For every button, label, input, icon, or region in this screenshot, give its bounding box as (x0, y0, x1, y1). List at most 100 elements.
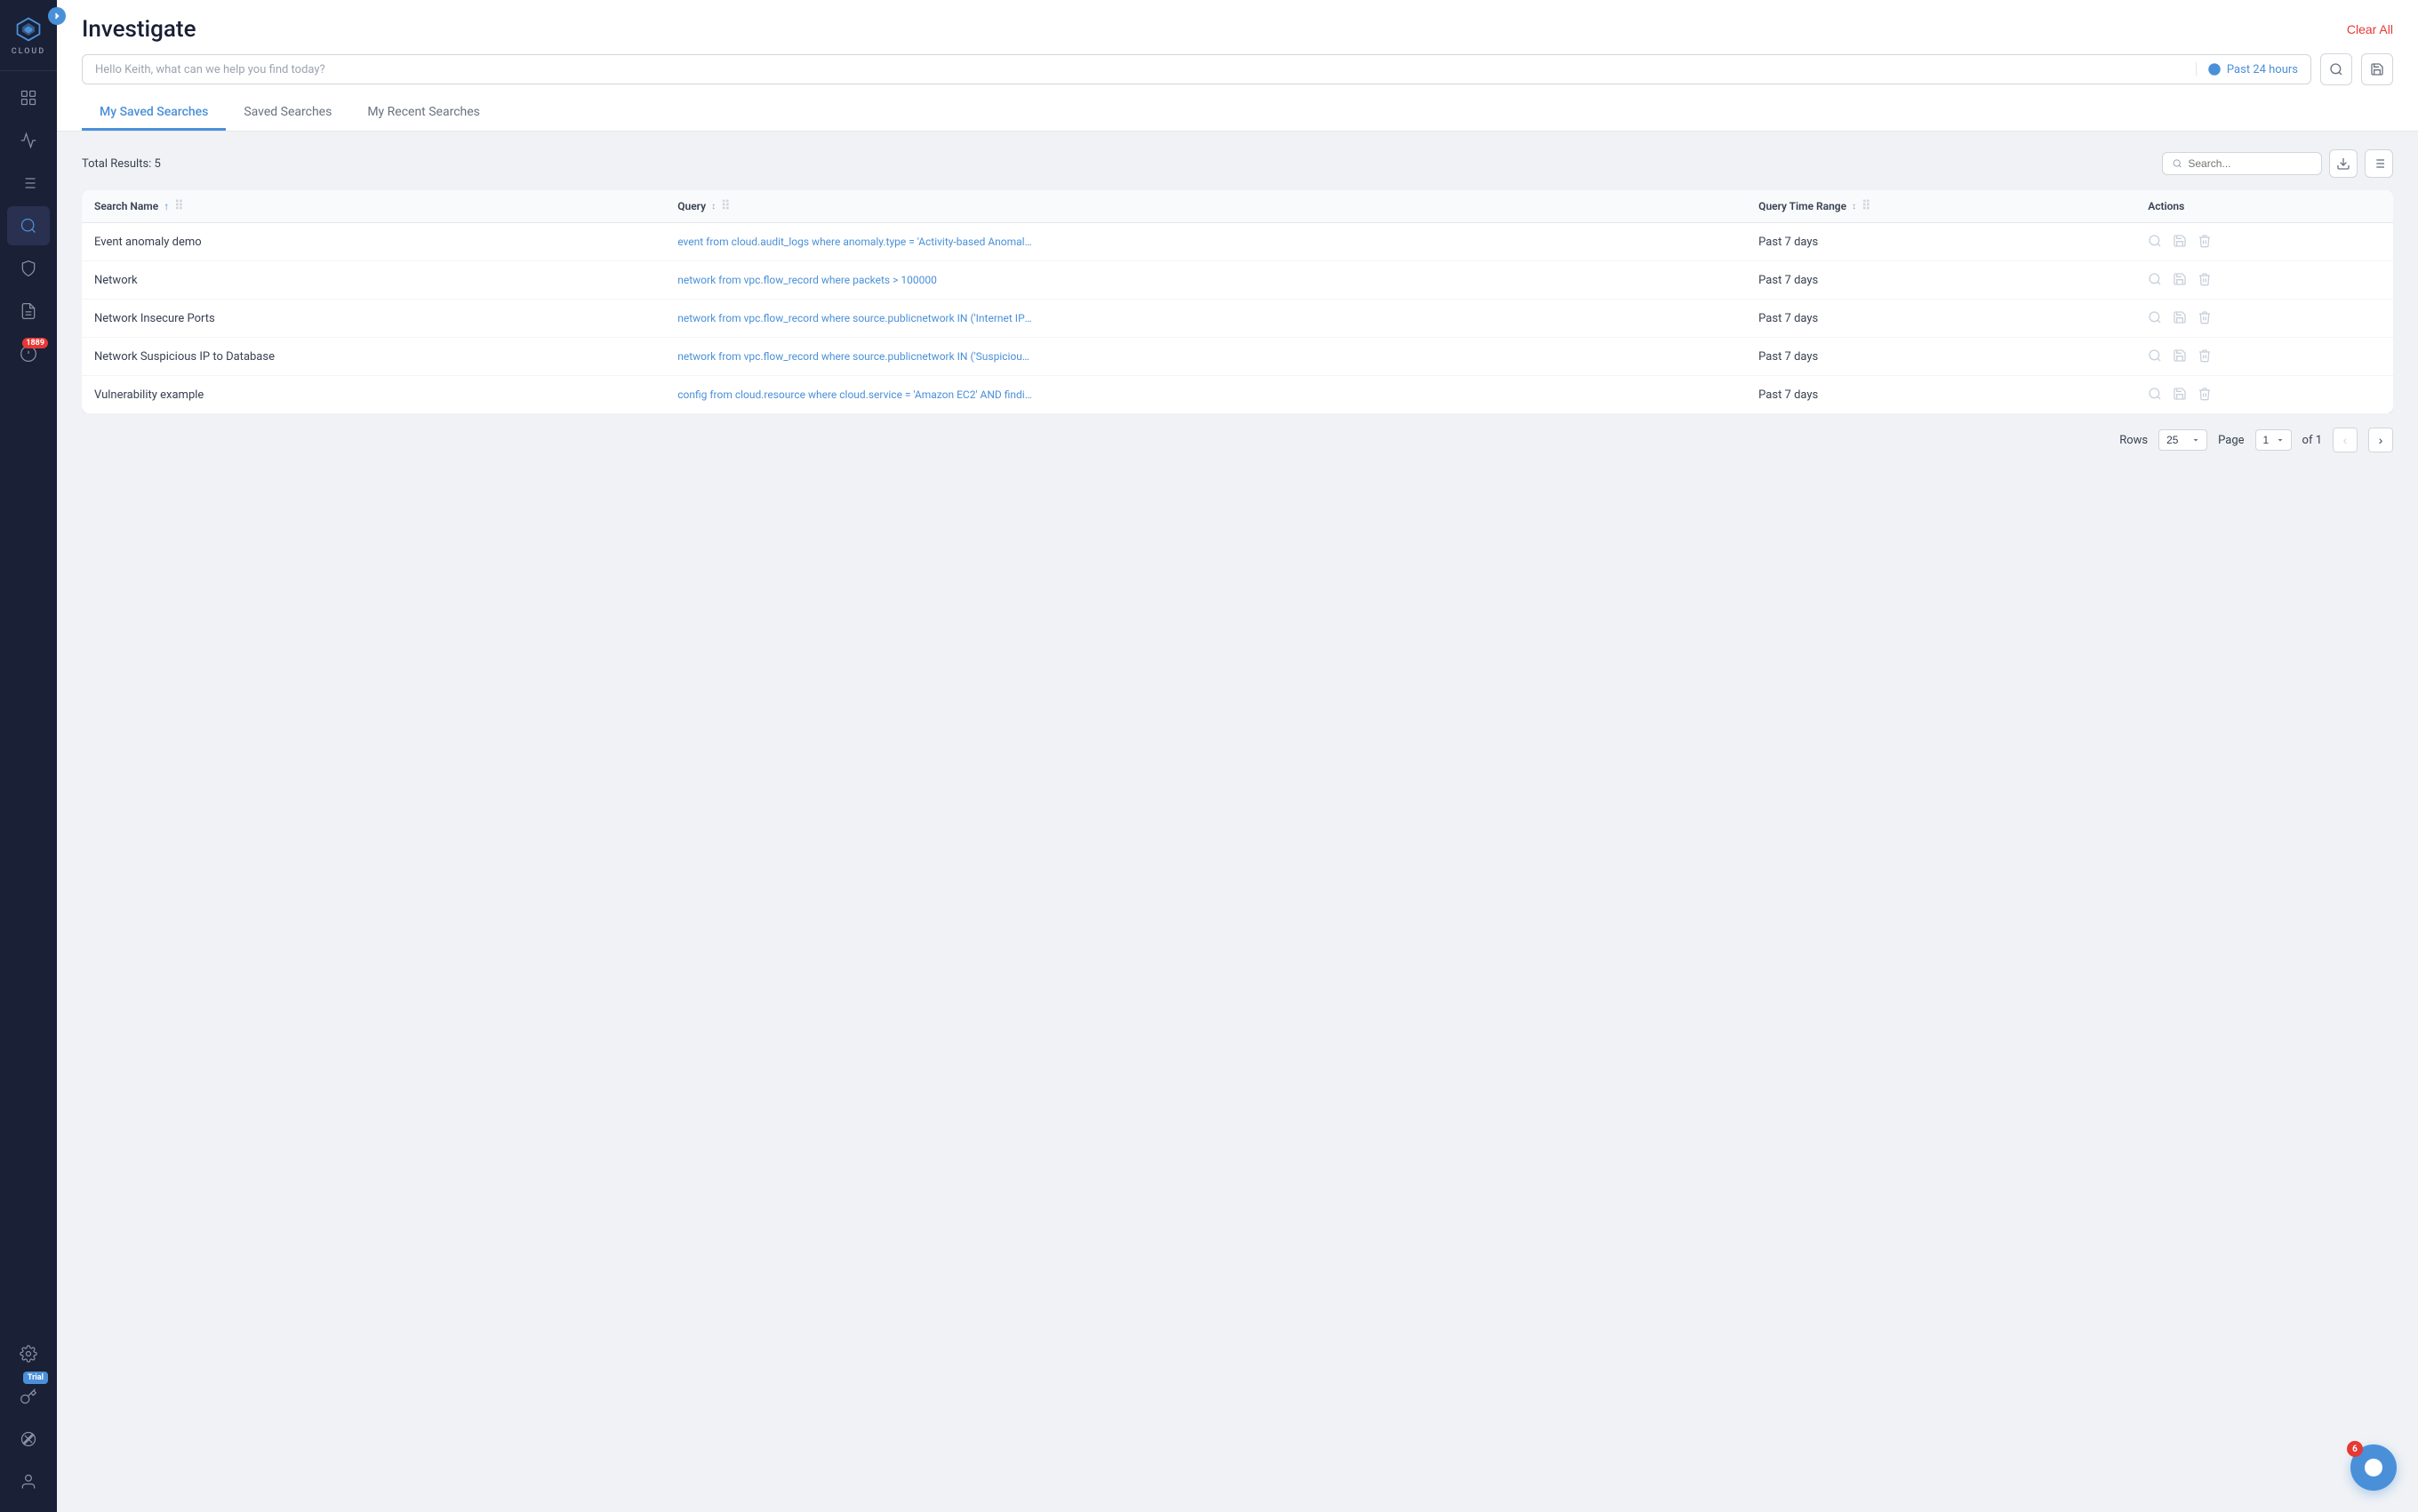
dashboard-icon (20, 89, 37, 107)
page-label: Page (2218, 434, 2244, 447)
table-search-wrapper (2162, 152, 2322, 175)
page-title: Investigate (82, 16, 196, 43)
sidebar-item-key[interactable]: Trial (7, 1377, 50, 1416)
action-delete-0[interactable] (2198, 234, 2214, 250)
rows-label: Rows (2119, 434, 2148, 447)
cell-query-3: network from vpc.flow_record where sourc… (665, 338, 1746, 376)
action-delete-4[interactable] (2198, 387, 2214, 403)
col-actions: Actions (2135, 190, 2393, 223)
query-link-0[interactable]: event from cloud.audit_logs where anomal… (677, 236, 1033, 248)
list-icon (20, 174, 37, 192)
col-query: Query ↕ ⠿ (665, 190, 1746, 223)
action-delete-2[interactable] (2198, 310, 2214, 326)
search-nav-icon (20, 217, 37, 235)
download-button[interactable] (2329, 149, 2358, 178)
content-area: Total Results: 5 (57, 132, 2418, 1512)
key-icon (20, 1388, 37, 1405)
sidebar-item-shield[interactable] (7, 249, 50, 288)
toolbar-right (2162, 149, 2393, 178)
shield-icon (20, 260, 37, 277)
plug-icon (20, 1430, 37, 1448)
page-select[interactable]: 1 (2255, 429, 2292, 451)
rows-per-page-select[interactable]: 25 50 100 (2158, 429, 2207, 451)
drag-handle-query[interactable]: ⠿ (721, 199, 730, 213)
query-link-1[interactable]: network from vpc.flow_record where packe… (677, 274, 1033, 286)
sidebar-item-investigate[interactable] (7, 206, 50, 245)
sort-icon-name[interactable]: ↑ (164, 200, 169, 212)
cell-search-name-3: Network Suspicious IP to Database (82, 338, 665, 376)
sidebar-bottom: Trial (0, 1327, 57, 1512)
action-search-3[interactable] (2148, 348, 2164, 364)
action-search-1[interactable] (2148, 272, 2164, 288)
cell-time-range-2: Past 7 days (1746, 300, 2135, 338)
search-input-placeholder: Hello Keith, what can we help you find t… (95, 63, 2187, 76)
cell-search-name-1: Network (82, 261, 665, 300)
sidebar-item-list[interactable] (7, 164, 50, 203)
action-search-0[interactable] (2148, 234, 2164, 250)
table-toolbar: Total Results: 5 (82, 149, 2393, 178)
help-icon (2363, 1457, 2384, 1478)
table-header: Search Name ↑ ⠿ Query ↕ ⠿ (82, 190, 2393, 223)
sidebar-item-alerts[interactable]: 1889 (7, 334, 50, 373)
sort-icon-query[interactable]: ↕ (711, 202, 716, 212)
logo-icon (14, 15, 43, 44)
action-save-0[interactable] (2173, 234, 2189, 250)
time-filter-badge[interactable]: Past 24 hours (2196, 62, 2298, 76)
query-link-3[interactable]: network from vpc.flow_record where sourc… (677, 350, 1033, 363)
action-save-4[interactable] (2173, 387, 2189, 403)
tab-saved-searches[interactable]: Saved Searches (226, 96, 349, 131)
save-search-button[interactable] (2361, 53, 2393, 85)
saved-searches-table: Search Name ↑ ⠿ Query ↕ ⠿ (82, 190, 2393, 413)
column-settings-button[interactable] (2365, 149, 2393, 178)
cell-actions-0 (2135, 223, 2393, 261)
sidebar-item-dashboard[interactable] (7, 78, 50, 117)
sort-icon-time[interactable]: ↕ (1852, 202, 1856, 212)
query-link-2[interactable]: network from vpc.flow_record where sourc… (677, 312, 1033, 324)
action-delete-1[interactable] (2198, 272, 2214, 288)
query-link-4[interactable]: config from cloud.resource where cloud.s… (677, 388, 1033, 401)
drag-handle-name[interactable]: ⠿ (174, 199, 183, 213)
main-content: Investigate Clear All Hello Keith, what … (57, 0, 2418, 1512)
cell-search-name-2: Network Insecure Ports (82, 300, 665, 338)
alerts-badge: 1889 (22, 338, 48, 348)
search-submit-icon (2329, 62, 2343, 76)
cell-actions-1 (2135, 261, 2393, 300)
tab-recent-searches[interactable]: My Recent Searches (349, 96, 498, 131)
action-save-1[interactable] (2173, 272, 2189, 288)
sidebar-item-activity[interactable] (7, 121, 50, 160)
prev-page-button[interactable]: ‹ (2333, 428, 2358, 452)
action-delete-3[interactable] (2198, 348, 2214, 364)
search-submit-button[interactable] (2320, 53, 2352, 85)
search-tabs: My Saved Searches Saved Searches My Rece… (82, 96, 2393, 131)
action-save-2[interactable] (2173, 310, 2189, 326)
table-body: Event anomaly demo event from cloud.audi… (82, 223, 2393, 414)
settings-icon (20, 1345, 37, 1363)
activity-icon (20, 132, 37, 149)
table-row: Network network from vpc.flow_record whe… (82, 261, 2393, 300)
cell-search-name-4: Vulnerability example (82, 376, 665, 414)
clear-all-button[interactable]: Clear All (2347, 22, 2393, 36)
sidebar-item-user[interactable] (7, 1462, 50, 1501)
action-search-4[interactable] (2148, 387, 2164, 403)
cell-actions-2 (2135, 300, 2393, 338)
cell-query-1: network from vpc.flow_record where packe… (665, 261, 1746, 300)
page-title-row: Investigate Clear All (82, 16, 2393, 43)
table-search-input[interactable] (2188, 157, 2312, 170)
sidebar-logo[interactable]: CLOUD (0, 0, 57, 71)
download-icon (2336, 156, 2350, 171)
action-save-3[interactable] (2173, 348, 2189, 364)
next-page-button[interactable]: › (2368, 428, 2393, 452)
drag-handle-time[interactable]: ⠿ (1862, 199, 1870, 213)
tab-my-saved-searches[interactable]: My Saved Searches (82, 96, 226, 131)
search-area: Hello Keith, what can we help you find t… (82, 53, 2393, 96)
action-search-2[interactable] (2148, 310, 2164, 326)
help-button[interactable]: 6 (2350, 1444, 2397, 1491)
cell-time-range-4: Past 7 days (1746, 376, 2135, 414)
cell-time-range-1: Past 7 days (1746, 261, 2135, 300)
sidebar-item-reports[interactable] (7, 292, 50, 331)
sidebar-item-plug[interactable] (7, 1420, 50, 1459)
sidebar-item-settings[interactable] (7, 1334, 50, 1373)
table-scroll-container: Search Name ↑ ⠿ Query ↕ ⠿ (82, 190, 2393, 413)
cell-query-2: network from vpc.flow_record where sourc… (665, 300, 1746, 338)
sidebar-expand-button[interactable] (48, 7, 66, 25)
